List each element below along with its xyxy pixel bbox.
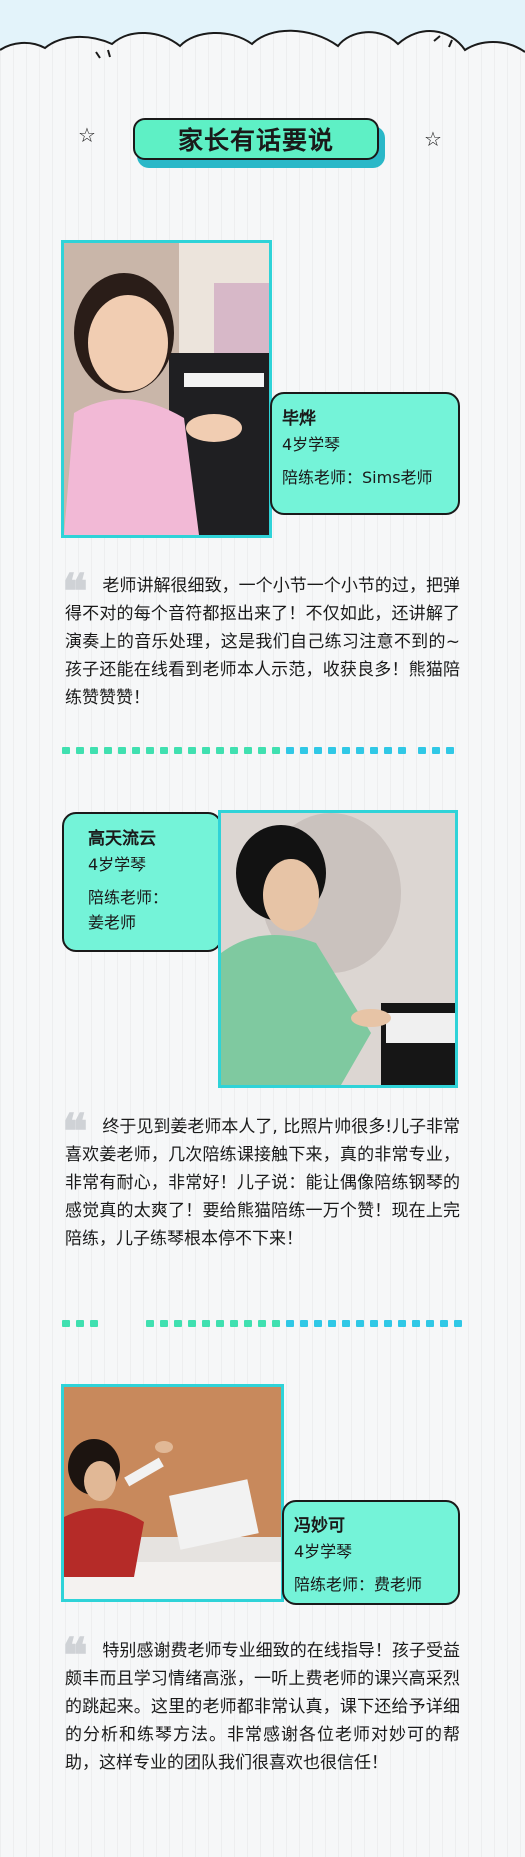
dotted-divider <box>62 747 462 757</box>
testimonial-text: 老师讲解很细致，一个小节一个小节的过，把弹得不对的每个音符都抠出来了！不仅如此，… <box>65 576 460 708</box>
testimonial-text: 终于见到姜老师本人了, 比照片帅很多!儿子非常喜欢姜老师，几次陪练课接触下来，真… <box>65 1117 461 1249</box>
dotted-divider <box>62 1320 462 1330</box>
page-title: 家长有话要说 <box>133 118 379 160</box>
student-age: 4岁学琴 <box>282 435 341 454</box>
teacher-label: 陪练老师：Sims老师 <box>282 468 433 487</box>
star-icon: ☆ <box>78 123 96 147</box>
student-info-card: 高天流云 4岁学琴 陪练老师： 姜老师 <box>62 812 222 952</box>
teacher-label: 陪练老师： <box>88 888 169 907</box>
student-info-card: 冯妙可 4岁学琴 陪练老师：费老师 <box>282 1500 460 1605</box>
header-cloud-decoration <box>0 0 525 59</box>
student-name: 高天流云 <box>88 829 156 849</box>
star-icon: ☆ <box>424 127 442 151</box>
page-title-banner: 家长有话要说 <box>133 118 385 168</box>
student-age: 4岁学琴 <box>88 855 147 874</box>
testimonial-text: 特别感谢费老师专业细致的在线指导！孩子受益颇丰而且学习情绪高涨，一听上费老师的课… <box>65 1641 460 1773</box>
student-photo <box>61 1384 284 1602</box>
student-photo <box>61 240 272 538</box>
student-age: 4岁学琴 <box>294 1542 353 1561</box>
student-info-card: 毕烨 4岁学琴 陪练老师：Sims老师 <box>270 392 460 515</box>
student-name: 毕烨 <box>282 409 316 429</box>
teacher-name: 姜老师 <box>88 913 137 932</box>
student-photo <box>218 810 458 1088</box>
student-name: 冯妙可 <box>294 1516 345 1536</box>
teacher-label: 陪练老师：费老师 <box>294 1575 423 1594</box>
